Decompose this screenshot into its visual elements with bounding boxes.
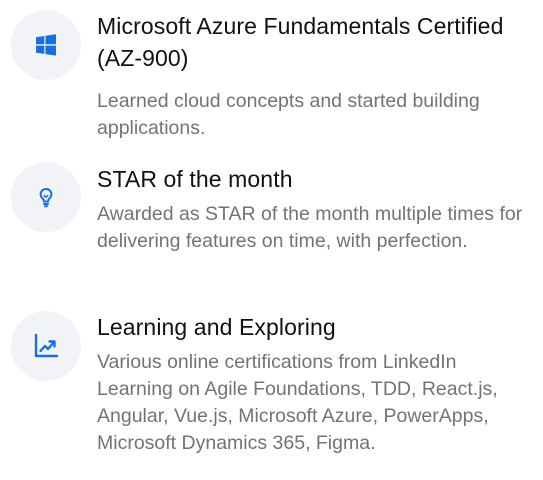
windows-icon: [34, 33, 58, 57]
achievement-description: Awarded as STAR of the month multiple ti…: [97, 203, 523, 252]
achievement-text: Microsoft Azure Fundamentals Certified (…: [97, 10, 535, 142]
achievement-title: STAR of the month: [97, 166, 293, 192]
icon-badge: [11, 162, 81, 232]
achievements-list: Microsoft Azure Fundamentals Certified (…: [0, 0, 543, 480]
achievement-title: Microsoft Azure Fundamentals Certified (…: [97, 13, 504, 71]
achievement-description: Various online certifications from Linke…: [97, 351, 498, 454]
achievement-title: Learning and Exploring: [97, 314, 336, 340]
achievement-text: STAR of the month Awarded as STAR of the…: [97, 163, 535, 255]
icon-badge: [11, 10, 81, 80]
lightbulb-icon: [34, 185, 58, 209]
icon-badge: [11, 311, 81, 381]
trending-up-icon: [32, 332, 60, 360]
achievement-text: Learning and Exploring Various online ce…: [97, 311, 535, 457]
achievement-description: Learned cloud concepts and started build…: [97, 90, 480, 139]
